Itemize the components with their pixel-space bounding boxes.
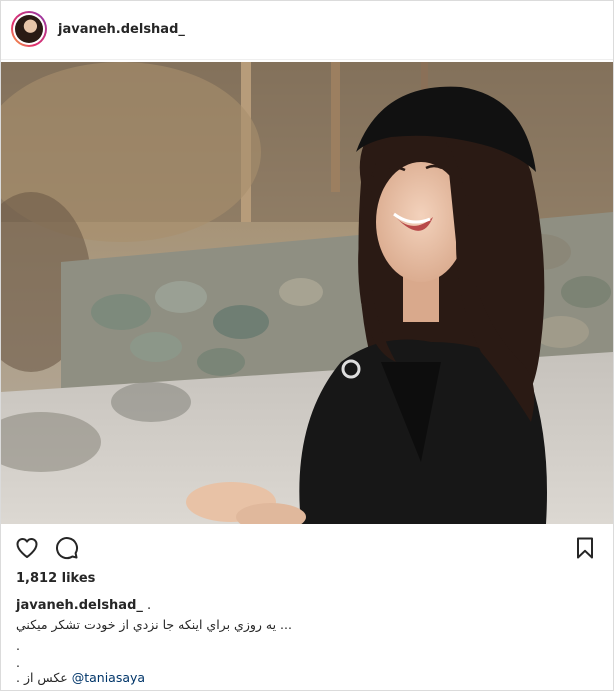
save-button[interactable] <box>571 534 599 562</box>
avatar-photo <box>15 15 43 43</box>
comment-button[interactable] <box>53 534 81 562</box>
heart-icon <box>16 538 38 558</box>
post-header: javaneh.delshad_ <box>1 1 613 60</box>
post-username[interactable]: javaneh.delshad_ <box>58 22 185 37</box>
avatar-ring-inner <box>13 13 45 45</box>
caption-username[interactable]: javaneh.delshad_ <box>16 598 143 613</box>
caption-credit: عكس از . @taniasaya <box>16 670 145 685</box>
post-photo[interactable] <box>1 62 613 524</box>
likes-count[interactable]: 1,812 likes <box>16 571 95 586</box>
caption-text: ... يه روزي براي اينكه جا نزدي از خودت ت… <box>16 617 292 632</box>
post-photo-image <box>1 62 613 524</box>
caption-dot-line-2: . <box>16 655 20 670</box>
credit-text: عكس از . <box>16 670 68 685</box>
caption-suffix: . <box>142 598 152 613</box>
comment-icon <box>56 537 79 560</box>
post-actions <box>1 534 613 564</box>
caption-header: javaneh.delshad_ . <box>16 598 151 613</box>
instagram-post: javaneh.delshad_ 1,812 likes javaneh.del… <box>0 0 614 691</box>
caption-dot-line-1: . <box>16 638 20 653</box>
avatar[interactable] <box>11 11 47 47</box>
bookmark-icon <box>577 537 593 559</box>
credit-mention-link[interactable]: @taniasaya <box>72 670 145 685</box>
like-button[interactable] <box>13 534 41 562</box>
